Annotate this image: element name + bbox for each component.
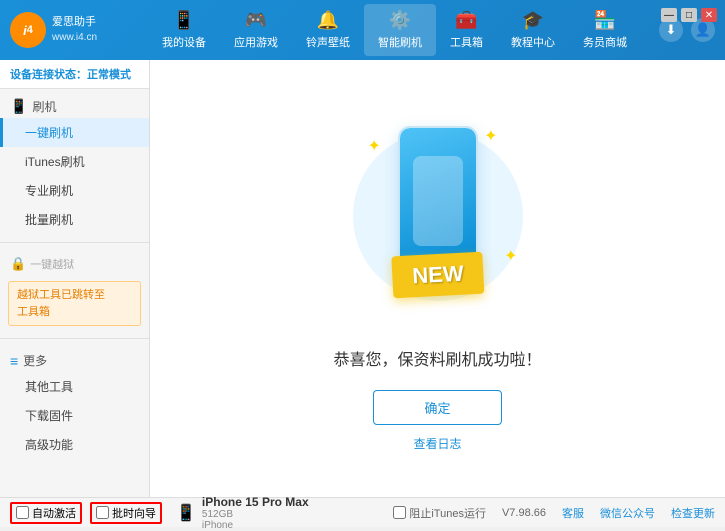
content-area: ✦ ✦ ✦ NEW 恭喜您，保资料刷机成功啦！ 确定 查看日志 <box>150 60 725 497</box>
auto-activate-label: 自动激活 <box>32 505 76 521</box>
ringtone-icon: 🔔 <box>317 10 339 31</box>
phone-illustration: ✦ ✦ ✦ NEW <box>338 106 538 326</box>
app-games-icon: 🎮 <box>245 10 267 31</box>
flash-section-icon: 📱 <box>10 98 27 115</box>
version-label: V7.98.66 <box>502 507 546 519</box>
flash-section: 📱 刷机 一键刷机 iTunes刷机 专业刷机 批量刷机 <box>0 89 149 238</box>
time-guided-label: 批时向导 <box>112 505 156 521</box>
log-link[interactable]: 查看日志 <box>413 435 461 452</box>
jailbreak-warning: 越狱工具已跳转至工具箱 <box>8 281 141 326</box>
logo-text: 爱思助手 www.i4.cn <box>52 15 97 44</box>
nav-smart-flash[interactable]: ⚙️ 智能刷机 <box>364 4 436 56</box>
device-section: 自动激活 批时向导 📱 iPhone 15 Pro Max 512GB iPho… <box>10 495 309 531</box>
logo-area: i4 爱思助手 www.i4.cn <box>10 12 130 48</box>
customer-service-link[interactable]: 客服 <box>562 505 584 521</box>
divider-2 <box>0 338 149 339</box>
more-group-header[interactable]: ≡ 更多 <box>0 347 149 372</box>
nav-tutorial[interactable]: 🎓 教程中心 <box>497 4 569 56</box>
nav-toolbox[interactable]: 🧰 工具箱 <box>436 4 497 56</box>
time-guided-checkbox-wrapper: 批时向导 <box>90 502 162 524</box>
maximize-button[interactable]: □ <box>681 8 697 22</box>
tutorial-icon: 🎓 <box>522 10 544 31</box>
jailbreak-group-header: 🔒 一键越狱 <box>0 251 149 277</box>
sidebar-item-itunes-flash[interactable]: iTunes刷机 <box>0 147 149 176</box>
logo-icon: i4 <box>10 12 46 48</box>
device-storage: 512GB <box>202 509 309 520</box>
nav-service[interactable]: 🏪 务员商城 <box>569 4 641 56</box>
nav-bar: 📱 我的设备 🎮 应用游戏 🔔 铃声壁纸 ⚙️ 智能刷机 🧰 工具箱 🎓 <box>130 4 659 56</box>
more-section: ≡ 更多 其他工具 下载固件 高级功能 <box>0 343 149 463</box>
auto-activate-checkbox[interactable] <box>16 506 29 519</box>
nav-ringtone[interactable]: 🔔 铃声壁纸 <box>292 4 364 56</box>
smart-flash-icon: ⚙️ <box>389 10 411 31</box>
itunes-check-label: 阻止iTunes运行 <box>409 505 486 521</box>
sparkle-3: ✦ <box>504 246 517 266</box>
jailbreak-section: 🔒 一键越狱 越狱工具已跳转至工具箱 <box>0 247 149 334</box>
sidebar-item-one-click[interactable]: 一键刷机 <box>0 118 149 147</box>
more-section-icon: ≡ <box>10 353 18 369</box>
nav-my-device[interactable]: 📱 我的设备 <box>148 4 220 56</box>
sidebar-item-advanced[interactable]: 高级功能 <box>0 430 149 459</box>
check-update-link[interactable]: 检查更新 <box>671 505 715 521</box>
sparkle-1: ✦ <box>368 136 381 156</box>
confirm-button[interactable]: 确定 <box>373 390 501 425</box>
bottom-right: 阻止iTunes运行 V7.98.66 客服 微信公众号 检查更新 <box>393 505 715 521</box>
window-controls: — □ ✕ <box>661 8 717 22</box>
service-icon: 🏪 <box>594 10 616 31</box>
sidebar-item-download-firmware[interactable]: 下载固件 <box>0 401 149 430</box>
new-badge: NEW <box>391 251 484 298</box>
itunes-checkbox[interactable] <box>393 506 406 519</box>
jailbreak-icon: 🔒 <box>10 256 26 272</box>
nav-app-games[interactable]: 🎮 应用游戏 <box>220 4 292 56</box>
connection-status: 设备连接状态：正常模式 <box>0 60 149 89</box>
sidebar-item-other-tools[interactable]: 其他工具 <box>0 372 149 401</box>
sidebar-item-pro-flash[interactable]: 专业刷机 <box>0 176 149 205</box>
sidebar-item-batch-flash[interactable]: 批量刷机 <box>0 205 149 234</box>
success-message: 恭喜您，保资料刷机成功啦！ <box>333 346 541 370</box>
bottom-bar: 自动激活 批时向导 📱 iPhone 15 Pro Max 512GB iPho… <box>0 497 725 527</box>
divider-1 <box>0 242 149 243</box>
device-type: iPhone <box>202 520 309 531</box>
my-device-icon: 📱 <box>173 10 195 31</box>
flash-group-header[interactable]: 📱 刷机 <box>0 93 149 118</box>
toolbox-icon: 🧰 <box>455 10 477 31</box>
device-info: 📱 iPhone 15 Pro Max 512GB iPhone <box>176 495 309 531</box>
device-details: iPhone 15 Pro Max 512GB iPhone <box>202 495 309 531</box>
sparkle-2: ✦ <box>484 126 497 146</box>
close-button[interactable]: ✕ <box>701 8 717 22</box>
app-header: i4 爱思助手 www.i4.cn 📱 我的设备 🎮 应用游戏 🔔 铃声壁纸 ⚙… <box>0 0 725 60</box>
auto-activate-checkbox-wrapper: 自动激活 <box>10 502 82 524</box>
itunes-check-wrapper: 阻止iTunes运行 <box>393 505 486 521</box>
phone-screen-inner <box>413 156 463 246</box>
time-guided-checkbox[interactable] <box>96 506 109 519</box>
main-area: 设备连接状态：正常模式 📱 刷机 一键刷机 iTunes刷机 专业刷机 批量刷机… <box>0 60 725 497</box>
minimize-button[interactable]: — <box>661 8 677 22</box>
device-checkboxes: 自动激活 批时向导 <box>10 502 162 524</box>
device-phone-icon: 📱 <box>176 503 196 523</box>
sidebar: 设备连接状态：正常模式 📱 刷机 一键刷机 iTunes刷机 专业刷机 批量刷机… <box>0 60 150 497</box>
wechat-link[interactable]: 微信公众号 <box>600 505 655 521</box>
